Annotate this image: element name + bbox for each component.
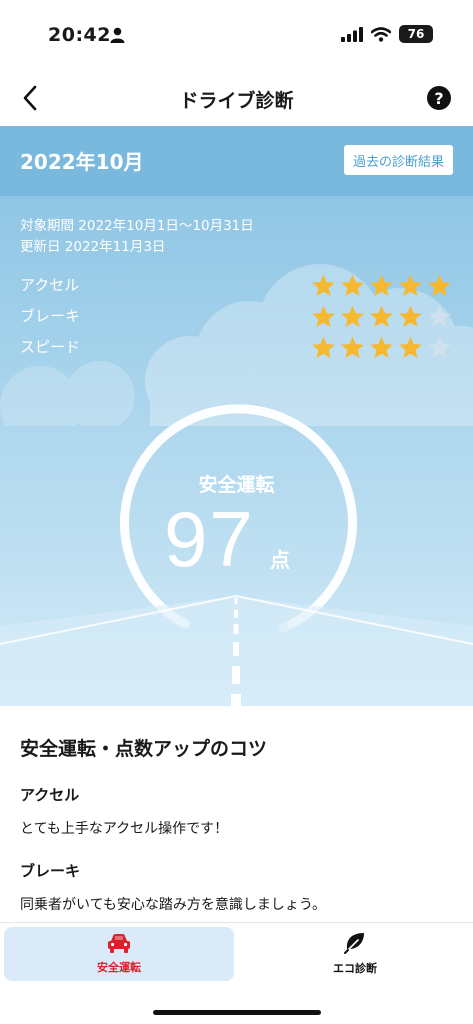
star-filled-icon: [370, 336, 393, 359]
updated-date: 更新日 2022年11月3日: [20, 239, 166, 255]
score-row: アクセル: [20, 272, 453, 303]
period-info: 対象期間 2022年10月1日〜10月31日 更新日 2022年11月3日: [20, 216, 254, 258]
tip-text-brake: 同乗者がいても安心な踏み方を意識しましょう。: [20, 897, 327, 913]
diagnosis-hero: 2022年10月 過去の診断結果 対象期間 2022年10月1日〜10月31日 …: [0, 126, 473, 706]
tip-text-accel: とても上手なアクセル操作です！: [20, 821, 229, 837]
tab-safe-driving-label: 安全運転: [97, 961, 141, 974]
nav-bar: ドライブ診断 ?: [0, 70, 473, 126]
score-unit: 点: [270, 548, 290, 572]
page-title: ドライブ診断: [179, 90, 294, 112]
target-period: 対象期間 2022年10月1日〜10月31日: [20, 218, 254, 234]
tips-section: 安全運転・点数アップのコツ アクセル とても上手なアクセル操作です！ ブレーキ …: [0, 706, 473, 922]
status-bar: 20:42 76: [0, 0, 473, 70]
star-rating: [310, 273, 453, 298]
star-filled-icon: [428, 274, 451, 297]
past-results-button[interactable]: 過去の診断結果: [343, 145, 453, 175]
star-filled-icon: [341, 274, 364, 297]
signal-icon: [341, 26, 363, 42]
help-button[interactable]: ?: [427, 86, 451, 110]
status-indicators: 76: [341, 25, 433, 43]
tip-heading-accel: アクセル: [20, 786, 80, 804]
home-indicator: [153, 1010, 321, 1015]
road-illustration: [0, 595, 473, 706]
question-icon: ?: [434, 88, 444, 108]
star-filled-icon: [399, 305, 422, 328]
score-row: ブレーキ: [20, 303, 453, 334]
star-empty-icon: [428, 336, 451, 359]
car-icon: [108, 934, 130, 953]
star-filled-icon: [341, 336, 364, 359]
star-rating: [310, 335, 453, 360]
score-row: スピード: [20, 334, 453, 365]
star-filled-icon: [312, 336, 335, 359]
tab-eco-diagnosis[interactable]: エコ診断: [240, 927, 470, 981]
battery-level: 76: [407, 27, 425, 41]
tips-title: 安全運転・点数アップのコツ: [20, 738, 268, 760]
star-filled-icon: [312, 274, 335, 297]
leaf-icon: [344, 933, 364, 954]
star-filled-icon: [399, 336, 422, 359]
tab-eco-diagnosis-label: エコ診断: [333, 962, 377, 975]
star-filled-icon: [341, 305, 364, 328]
star-filled-icon: [370, 274, 393, 297]
safety-score: 97: [164, 495, 255, 583]
score-list: アクセル ブレーキ スピード: [20, 272, 453, 365]
star-rating: [310, 304, 453, 329]
star-empty-icon: [428, 305, 451, 328]
star-filled-icon: [399, 274, 422, 297]
status-time: 20:42: [48, 24, 111, 46]
gauge-caption: 安全運転: [198, 474, 275, 496]
tab-safe-driving[interactable]: 安全運転: [4, 927, 234, 981]
month-header: 2022年10月 過去の診断結果: [0, 126, 473, 196]
tab-bar: 安全運転 エコ診断: [0, 922, 473, 1024]
star-filled-icon: [312, 305, 335, 328]
star-filled-icon: [370, 305, 393, 328]
battery-indicator: 76: [399, 25, 433, 43]
wifi-icon: [371, 26, 391, 42]
month-title: 2022年10月: [20, 150, 144, 174]
tip-heading-brake: ブレーキ: [20, 862, 81, 880]
person-icon: [110, 27, 125, 43]
